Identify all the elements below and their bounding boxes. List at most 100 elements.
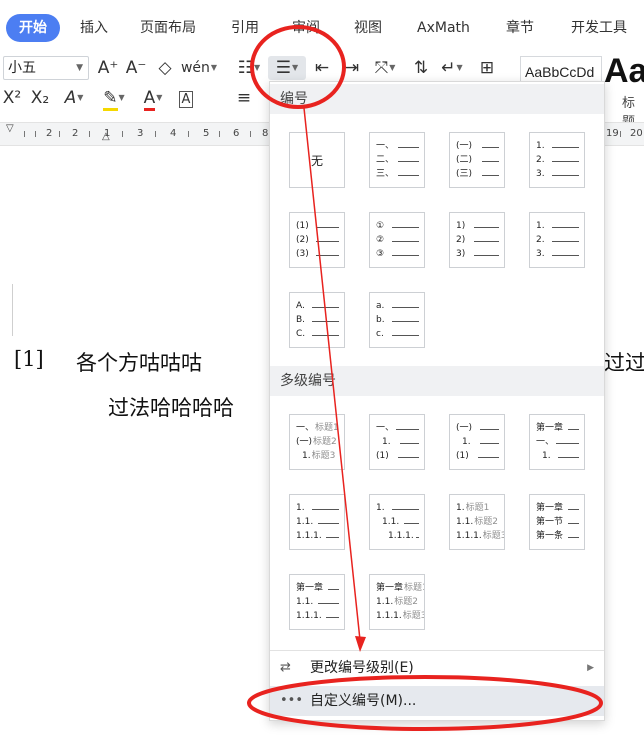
multilevel-tile-8[interactable]: 第一章 第一节 第一条 bbox=[529, 494, 585, 550]
numbering-tile-chinese-paren[interactable]: (一) (二) (三) bbox=[449, 132, 505, 188]
numbering-tile-number-paren[interactable]: 1) 2) 3) bbox=[449, 212, 505, 268]
tile-label: 1. bbox=[302, 451, 312, 461]
ruler-number: 2 bbox=[72, 128, 79, 139]
tab-sections[interactable]: 章节 bbox=[506, 14, 534, 42]
more-icon: ••• bbox=[280, 693, 304, 708]
tile-label: (1) bbox=[376, 451, 390, 461]
document-line-1[interactable]: 各个方咕咕咕 bbox=[76, 347, 202, 377]
multilevel-tile-4[interactable]: 第一章 一、 1. bbox=[529, 414, 585, 470]
tile-heading-label: 标题2 bbox=[474, 517, 498, 527]
tab-axmath[interactable]: AxMath bbox=[417, 14, 470, 42]
tile-label: 1.1.1. bbox=[388, 531, 415, 541]
chevron-down-icon: ▼ bbox=[76, 63, 83, 73]
ruler-tick bbox=[89, 131, 90, 137]
tab-page-layout[interactable]: 页面布局 bbox=[140, 14, 196, 42]
document-line-1-tail[interactable]: 过过 bbox=[604, 347, 644, 377]
tile-label: (一) bbox=[456, 423, 474, 433]
numbering-tile-chinese-comma[interactable]: 一、 二、 三、 bbox=[369, 132, 425, 188]
table-tool-button[interactable]: ⊞ bbox=[474, 56, 500, 80]
numbering-tile-lower-alpha[interactable]: a. b. c. bbox=[369, 292, 425, 348]
numbering-tile-decimal[interactable]: 1. 2. 3. bbox=[529, 132, 585, 188]
numbering-button[interactable]: ☰▼ bbox=[268, 56, 306, 80]
font-size-select[interactable]: 小五 ▼ bbox=[3, 56, 89, 80]
highlight-button[interactable]: ✎▼ bbox=[97, 86, 131, 111]
tile-label: B. bbox=[296, 315, 307, 325]
numbering-tile-decimal-2[interactable]: 1. 2. 3. bbox=[529, 212, 585, 268]
page-margin-line bbox=[12, 284, 13, 336]
show-marks-icon: ↵ bbox=[441, 58, 456, 78]
tile-label: (2) bbox=[296, 235, 310, 245]
ruler-tick bbox=[122, 131, 123, 137]
tile-label: (一) bbox=[456, 141, 474, 151]
multilevel-tile-6[interactable]: 1. 1.1. 1.1.1. bbox=[369, 494, 425, 550]
numbering-none-tile[interactable]: 无 bbox=[289, 132, 345, 188]
shrink-font-button[interactable]: A⁻ bbox=[124, 56, 148, 80]
tile-label: (三) bbox=[456, 169, 474, 179]
tile-heading-label: 标题1 bbox=[465, 503, 490, 513]
multilevel-tile-3[interactable]: (一) 1. (1) bbox=[449, 414, 505, 470]
superscript-icon: X² bbox=[2, 88, 22, 108]
indent-marker-icon[interactable]: ▽ bbox=[6, 123, 14, 134]
tab-view[interactable]: 视图 bbox=[354, 14, 382, 42]
ruler-tick bbox=[250, 131, 251, 137]
document-line-2[interactable]: 过法哈哈哈哈 bbox=[108, 392, 234, 422]
table-icon: ⊞ bbox=[479, 58, 495, 78]
tile-label: 第一条 bbox=[536, 531, 565, 541]
tile-label: b. bbox=[376, 315, 386, 325]
align-left-button[interactable]: ≡ bbox=[232, 86, 256, 110]
pinyin-guide-button[interactable]: wén▼ bbox=[180, 56, 218, 80]
tile-label: 1. bbox=[462, 437, 472, 447]
sort-icon: ⇅ bbox=[413, 58, 429, 78]
numbering-tile-circled-number[interactable]: ① ② ③ bbox=[369, 212, 425, 268]
tile-label: 1.1.1. bbox=[296, 531, 323, 541]
clear-format-button[interactable]: ◇ bbox=[153, 56, 177, 80]
char-border-icon: A bbox=[178, 91, 194, 108]
font-color-button[interactable]: A▼ bbox=[137, 86, 169, 111]
multilevel-tile-10[interactable]: 第一章标题1 1.1.标题2 1.1.1.标题3 bbox=[369, 574, 425, 630]
multilevel-tile-1[interactable]: 一、标题1 (一)标题2 1.标题3 bbox=[289, 414, 345, 470]
increase-indent-button[interactable]: ⇥ bbox=[340, 56, 364, 80]
indent-icon: ⇥ bbox=[344, 58, 360, 78]
tile-label: 1.1.1. bbox=[456, 531, 483, 541]
eraser-icon: ◇ bbox=[158, 58, 172, 78]
tile-label: (二) bbox=[456, 155, 474, 165]
tab-developer[interactable]: 开发工具 bbox=[571, 14, 627, 42]
numbered-list-icon: ☰ bbox=[275, 58, 292, 78]
chinese-layout-icon: ⤧ bbox=[374, 58, 389, 78]
bullets-button[interactable]: ☷▼ bbox=[232, 56, 266, 80]
tile-label: 1.1.1. bbox=[376, 611, 403, 621]
tile-label: 3. bbox=[536, 169, 546, 179]
ruler-tick bbox=[219, 131, 220, 137]
tab-insert[interactable]: 插入 bbox=[80, 14, 108, 42]
sort-button[interactable]: ⇅ bbox=[408, 56, 434, 80]
tab-references[interactable]: 引用 bbox=[231, 14, 259, 42]
text-effect-button[interactable]: A▼ bbox=[58, 86, 90, 110]
tab-review[interactable]: 审阅 bbox=[292, 14, 320, 42]
change-level-icon: ⇄ bbox=[280, 660, 291, 675]
tile-label: 2. bbox=[536, 235, 546, 245]
paragraph-marks-button[interactable]: ↵▼ bbox=[436, 56, 468, 80]
custom-numbering-item[interactable]: ••• 自定义编号(M)... bbox=[270, 686, 604, 716]
multilevel-tile-9[interactable]: 第一章 1.1. 1.1.1. bbox=[289, 574, 345, 630]
ruler-tick bbox=[59, 131, 60, 137]
grow-font-button[interactable]: A⁺ bbox=[96, 56, 120, 80]
char-border-button[interactable]: A bbox=[174, 86, 198, 110]
multilevel-section-header: 多级编号 bbox=[270, 366, 604, 396]
hanging-indent-icon[interactable]: △ bbox=[102, 131, 110, 142]
decrease-indent-button[interactable]: ⇤ bbox=[310, 56, 334, 80]
tab-home[interactable]: 开始 bbox=[6, 14, 60, 42]
ruler-tick bbox=[620, 131, 621, 137]
numbering-tile-upper-alpha[interactable]: A. B. C. bbox=[289, 292, 345, 348]
multilevel-tile-2[interactable]: 一、 1. (1) bbox=[369, 414, 425, 470]
superscript-button[interactable]: X² bbox=[0, 86, 24, 110]
tile-label: a. bbox=[376, 301, 386, 311]
subscript-button[interactable]: X₂ bbox=[28, 86, 52, 110]
multilevel-tile-7[interactable]: 1.标题1 1.1.标题2 1.1.1.标题3 bbox=[449, 494, 505, 550]
style-heading-preview[interactable]: Aa bbox=[604, 52, 644, 91]
tile-label: 1. bbox=[542, 451, 552, 461]
multilevel-tile-5[interactable]: 1. 1.1. 1.1.1. bbox=[289, 494, 345, 550]
numbering-tile-paren-number[interactable]: (1) (2) (3) bbox=[289, 212, 345, 268]
change-numbering-level-item[interactable]: ⇄ 更改编号级别(E) ▶ bbox=[270, 653, 604, 683]
tile-label: 1. bbox=[456, 503, 466, 513]
chinese-layout-button[interactable]: ⤧▼ bbox=[368, 56, 402, 80]
